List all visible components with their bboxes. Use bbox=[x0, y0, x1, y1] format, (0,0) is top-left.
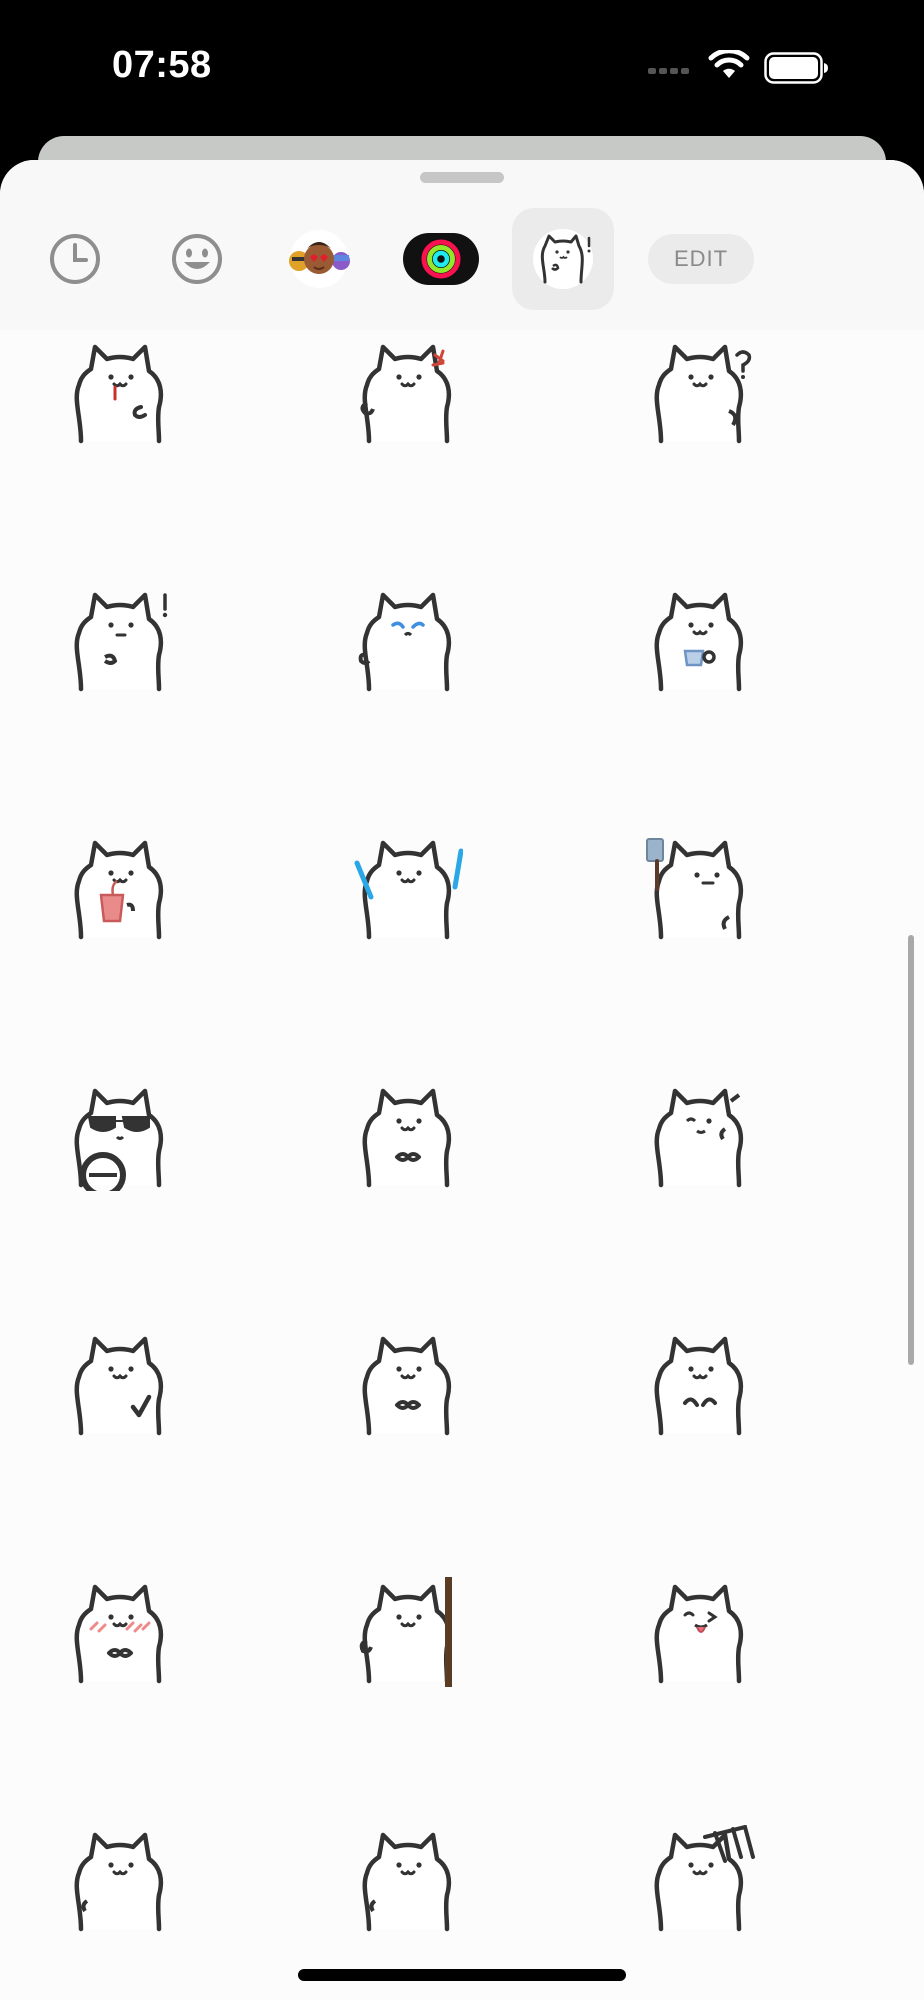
status-icons bbox=[646, 50, 846, 86]
tab-activity[interactable] bbox=[390, 208, 492, 310]
cat-sticker-icon bbox=[74, 344, 164, 444]
cat-sticker-icon bbox=[533, 229, 593, 289]
cat-sticker-icon bbox=[654, 1336, 744, 1436]
sticker-bow[interactable] bbox=[353, 1081, 463, 1191]
activity-rings-icon bbox=[403, 233, 479, 285]
sticker-chair[interactable] bbox=[645, 1825, 755, 1935]
sticker-drink[interactable] bbox=[65, 833, 175, 943]
home-indicator[interactable] bbox=[298, 1969, 626, 1981]
memoji-icon bbox=[289, 230, 350, 288]
sticker-bow[interactable] bbox=[353, 1329, 463, 1439]
cat-sticker-icon bbox=[74, 1336, 164, 1436]
smiley-icon bbox=[172, 234, 222, 284]
sticker-tongue[interactable] bbox=[645, 1577, 755, 1687]
cat-sticker-icon bbox=[654, 1584, 744, 1684]
tab-recent[interactable] bbox=[24, 208, 126, 310]
sticker-question[interactable] bbox=[645, 337, 755, 447]
tab-emoji[interactable] bbox=[146, 208, 248, 310]
cat-sticker-icon bbox=[646, 838, 744, 940]
cat-sticker-icon bbox=[362, 1336, 452, 1436]
status-time: 07:58 bbox=[112, 44, 212, 86]
sticker-toolbar: EDIT bbox=[0, 160, 924, 330]
sticker-thumbs[interactable] bbox=[65, 1329, 175, 1439]
tab-memoji[interactable] bbox=[268, 208, 370, 310]
cat-sticker-icon bbox=[74, 1584, 164, 1684]
edit-button[interactable]: EDIT bbox=[648, 234, 754, 284]
sticker-blush[interactable] bbox=[65, 1577, 175, 1687]
sticker-angry[interactable] bbox=[353, 337, 463, 447]
sticker-drool[interactable] bbox=[65, 337, 175, 447]
cat-sticker-icon bbox=[654, 592, 744, 692]
cat-sticker-icon bbox=[362, 1832, 452, 1932]
sticker-cleaver[interactable] bbox=[645, 833, 755, 943]
cat-sticker-icon bbox=[354, 840, 463, 940]
cat-sticker-icon bbox=[654, 1088, 744, 1188]
status-bar: 07:58 bbox=[0, 0, 924, 130]
sticker-sunglasses[interactable] bbox=[65, 1081, 175, 1191]
scroll-indicator[interactable] bbox=[908, 935, 914, 1365]
sticker-paws[interactable] bbox=[645, 1329, 755, 1439]
cat-sticker-icon bbox=[74, 592, 168, 692]
wifi-icon bbox=[708, 50, 750, 78]
sticker-plain[interactable] bbox=[353, 1825, 463, 1935]
tab-cat-stickers[interactable] bbox=[512, 208, 614, 310]
cat-sticker-icon bbox=[362, 1088, 452, 1188]
cat-sticker-icon bbox=[654, 1825, 755, 1932]
sticker-pole[interactable] bbox=[353, 1577, 463, 1687]
sticker-tears[interactable] bbox=[353, 585, 463, 695]
cat-sticker-icon bbox=[360, 344, 452, 444]
sheet-grabber[interactable] bbox=[420, 172, 504, 183]
sticker-grid bbox=[0, 330, 924, 2000]
cat-sticker-icon bbox=[74, 840, 164, 940]
cat-sticker-icon bbox=[74, 1088, 164, 1191]
sticker-sheet[interactable]: EDIT bbox=[0, 160, 924, 2000]
cat-sticker-icon bbox=[654, 344, 752, 444]
clock-icon bbox=[50, 234, 100, 284]
cellular-signal-icon bbox=[648, 68, 689, 74]
sticker-surprise[interactable] bbox=[65, 585, 175, 695]
cat-sticker-icon bbox=[359, 1577, 452, 1687]
cat-sticker-icon bbox=[358, 592, 452, 692]
cat-sticker-icon bbox=[74, 1832, 164, 1932]
sticker-wink[interactable] bbox=[645, 1081, 755, 1191]
sticker-cup[interactable] bbox=[645, 585, 755, 695]
sticker-lightsabers[interactable] bbox=[353, 833, 463, 943]
sticker-plain[interactable] bbox=[65, 1825, 175, 1935]
battery-icon bbox=[764, 52, 828, 84]
